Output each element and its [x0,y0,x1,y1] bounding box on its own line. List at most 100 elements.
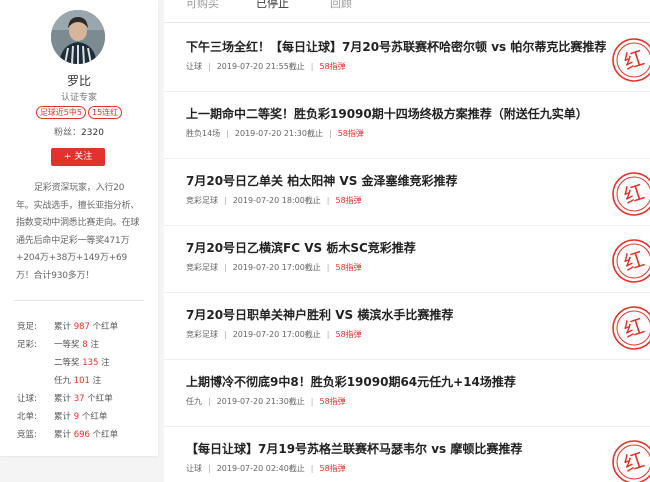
meta-separator: | [328,129,332,138]
article-item[interactable]: 下午三场全红！【每日让球】7月20号苏联赛杯哈密尔顿 vs 帕尔蒂克比赛推荐让球… [164,23,650,92]
article-item[interactable]: 7月20号日职单关神户胜利 VS 横滨水手比赛推荐 竞彩足球 | 2019-07-20… [164,291,650,360]
expert-tags: 足球近5中5 15连红 [0,106,158,119]
stamp-text: 红 [621,313,647,342]
avatar[interactable] [51,10,105,64]
stat-prefix: 累计 [54,322,72,332]
stat-prefix: 任九 [54,376,72,386]
article-deadline: 2019-07-20 18:00截止 [232,196,321,205]
certification-label: 认证专家 [60,93,97,103]
meta-separator: | [326,196,330,205]
stat-value: 135 [82,358,99,368]
article-type: 让球 [186,464,202,473]
red-stamp-icon: 红 [612,38,650,82]
red-stamp-icon: 红 [612,172,650,216]
article-deadline: 2019-07-20 17:00截止 [232,263,321,272]
stamp-text: 红 [621,179,647,208]
article-meta: 让球 | 2019-07-20 02:40截止 | 58指弹 [186,463,346,474]
tab-purchasable[interactable]: 可购买 [186,0,219,11]
article-meta: 竞彩足球 | 2019-07-20 17:00截止 | 58指弹 [186,329,362,340]
article-title[interactable]: 7月20号日职单关神户胜利 VS 横滨水手比赛推荐 [186,306,453,323]
article-item[interactable]: 7月20号日乙横滨FC VS 栃木SC竞彩推荐 竞彩足球 | 2019-07-20 1… [164,224,650,293]
record-tag: 足球近5中5 [35,106,86,119]
stat-prefix: 累计 [54,394,72,404]
stat-suffix: 注 [90,340,99,350]
article-item[interactable]: 上期博冷不彻底9中8！胜负彩19090期64元任九+14场推荐任九 | 2019-0… [164,358,650,427]
stamp-text: 红 [621,447,647,476]
stat-category: 竞篮: [17,430,37,440]
meta-separator: | [224,263,227,272]
article-price: 58指弹 [319,464,346,473]
article-price: 58指弹 [337,129,364,138]
article-item[interactable]: 【每日让球】7月19号苏格兰联赛杯马瑟韦尔 vs 摩顿比赛推荐让球 | 2019-0… [164,425,650,482]
meta-separator: | [326,330,330,339]
article-type: 竞彩足球 [186,196,218,205]
stat-prefix: 累计 [54,430,72,440]
stat-category: 北单: [17,412,37,422]
stat-value: 987 [73,322,90,332]
article-title[interactable]: 上一期命中二等奖！胜负彩19090期十四场终极方案推荐（附送任九实单） [186,105,588,122]
stat-suffix: 注 [101,358,110,368]
stat-detail: 累计 9 个红单 [54,408,107,426]
stat-suffix: 个红单 [87,394,113,404]
stat-detail: 一等奖 8 注 [54,336,99,354]
expert-bio: 足彩资深玩家，入行20年。实战选手，擅长亚指分析、指数变动中洞悉比赛走向。在球通… [16,183,140,281]
stat-value: 696 [73,430,90,440]
follow-button[interactable]: + 关注 [51,148,105,166]
meta-separator: | [224,196,227,205]
article-list-panel: 可购买 已停止 回顾 下午三场全红！【每日让球】7月20号苏联赛杯哈密尔顿 vs… [164,0,650,482]
stat-category: 足彩: [17,340,37,350]
article-price: 58指弹 [335,263,362,272]
stat-prefix: 一等奖 [54,340,80,350]
red-stamp-icon: 红 [612,239,650,283]
article-price: 58指弹 [335,196,362,205]
stat-suffix: 个红单 [92,430,119,440]
article-meta: 胜负14场 | 2019-07-20 21:30截止 | 58指弹 [186,128,364,139]
stat-value: 37 [73,394,85,404]
status-tabs: 可购买 已停止 回顾 [164,0,650,23]
meta-separator: | [310,464,314,473]
stat-detail: 任九 101 注 [54,372,101,390]
article-item[interactable]: 7月20号日乙单关 柏太阳神 VS 金泽塞维竞彩推荐竞彩足球 | 2019-07-2… [164,157,650,226]
stat-prefix: 累计 [54,412,72,422]
tab-stopped[interactable]: 已停止 [256,0,289,11]
meta-separator: | [310,62,314,71]
expert-name: 罗比 [66,74,91,88]
article-title[interactable]: 7月20号日乙横滨FC VS 栃木SC竞彩推荐 [186,239,416,256]
article-deadline: 2019-07-20 21:30截止 [216,397,305,406]
article-deadline: 2019-07-20 21:30截止 [234,129,323,138]
article-meta: 让球 | 2019-07-20 21:55截止 | 58指弹 [186,61,346,72]
article-title[interactable]: 上期博冷不彻底9中8！胜负彩19090期64元任九+14场推荐 [186,373,516,390]
article-type: 任九 [186,397,202,406]
stamp-text: 红 [621,246,647,275]
meta-separator: | [226,129,229,138]
stat-detail: 二等奖 135 注 [54,354,110,372]
article-item[interactable]: 上一期命中二等奖！胜负彩19090期十四场终极方案推荐（附送任九实单） 胜负14场… [164,90,650,159]
meta-separator: | [208,62,211,71]
article-title[interactable]: 【每日让球】7月19号苏格兰联赛杯马瑟韦尔 vs 摩顿比赛推荐 [186,440,522,457]
meta-separator: | [224,330,227,339]
meta-separator: | [326,263,330,272]
meta-separator: | [208,464,211,473]
article-title[interactable]: 7月20号日乙单关 柏太阳神 VS 金泽塞维竞彩推荐 [186,172,458,189]
article-deadline: 2019-07-20 21:55截止 [216,62,305,71]
stamp-text: 红 [621,45,647,74]
stat-suffix: 注 [92,376,102,386]
tab-review[interactable]: 回顾 [330,0,352,11]
article-type: 竞彩足球 [186,330,218,339]
article-meta: 任九 | 2019-07-20 21:30截止 | 58指弹 [186,396,346,407]
fans-label: 粉丝： [54,128,82,138]
article-price: 58指弹 [319,397,346,406]
stat-detail: 累计 37 个红单 [54,390,113,408]
article-type: 胜负14场 [186,129,221,138]
stat-value: 9 [73,412,80,422]
avatar-photo [51,10,105,64]
article-deadline: 2019-07-20 02:40截止 [216,464,305,473]
sidebar-divider [14,300,144,301]
red-stamp-icon: 红 [612,440,650,482]
stat-category: 竞足: [17,322,37,332]
article-title[interactable]: 下午三场全红！【每日让球】7月20号苏联赛杯哈密尔顿 vs 帕尔蒂克比赛推荐 [186,38,606,55]
stat-value: 8 [82,340,88,350]
stat-detail: 累计 696 个红单 [54,426,118,444]
article-type: 让球 [186,62,202,71]
fans-count: 粉丝：2320 [0,125,158,138]
